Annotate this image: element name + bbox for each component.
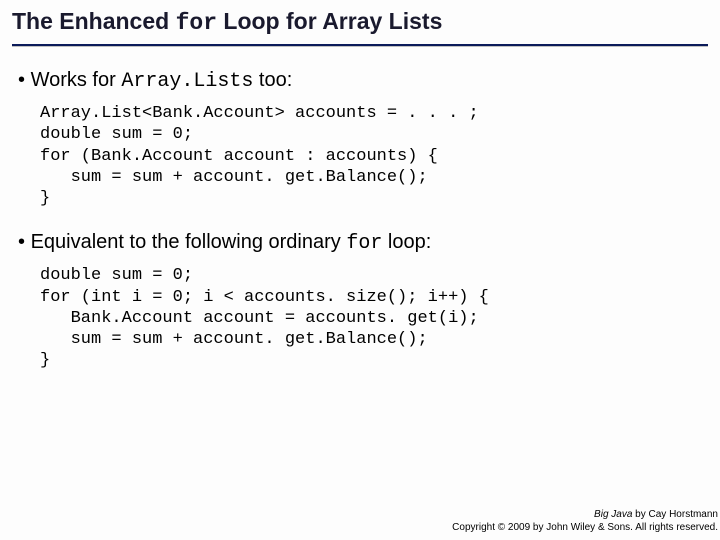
bullet-1-pre: Works for (31, 69, 122, 91)
footer-book-title: Big Java (594, 509, 632, 520)
bullet-2-mono: for (346, 232, 382, 255)
footer-line-1: Big Java by Cay Horstmann (452, 509, 718, 522)
slide-title: The Enhanced for Loop for Array Lists (12, 8, 708, 40)
title-underline (12, 44, 708, 47)
bullet-1-post: too: (253, 69, 292, 91)
footer: Big Java by Cay Horstmann Copyright © 20… (452, 509, 718, 534)
title-post: Loop for Array Lists (217, 8, 442, 34)
slide: The Enhanced for Loop for Array Lists Wo… (0, 0, 720, 372)
footer-author: by Cay Horstmann (632, 509, 718, 520)
bullet-2: Equivalent to the following ordinary for… (18, 231, 708, 255)
bullet-1: Works for Array.Lists too: (18, 69, 708, 93)
title-pre: The Enhanced (12, 8, 176, 34)
slide-content: Works for Array.Lists too: Array.List<Ba… (12, 69, 708, 372)
title-mono: for (176, 10, 217, 36)
code-block-2: double sum = 0; for (int i = 0; i < acco… (40, 265, 708, 371)
bullet-2-post: loop: (382, 231, 431, 253)
bullet-1-mono: Array.Lists (121, 70, 253, 93)
footer-line-2: Copyright © 2009 by John Wiley & Sons. A… (452, 522, 718, 535)
bullet-2-pre: Equivalent to the following ordinary (31, 231, 347, 253)
code-block-1: Array.List<Bank.Account> accounts = . . … (40, 103, 708, 209)
